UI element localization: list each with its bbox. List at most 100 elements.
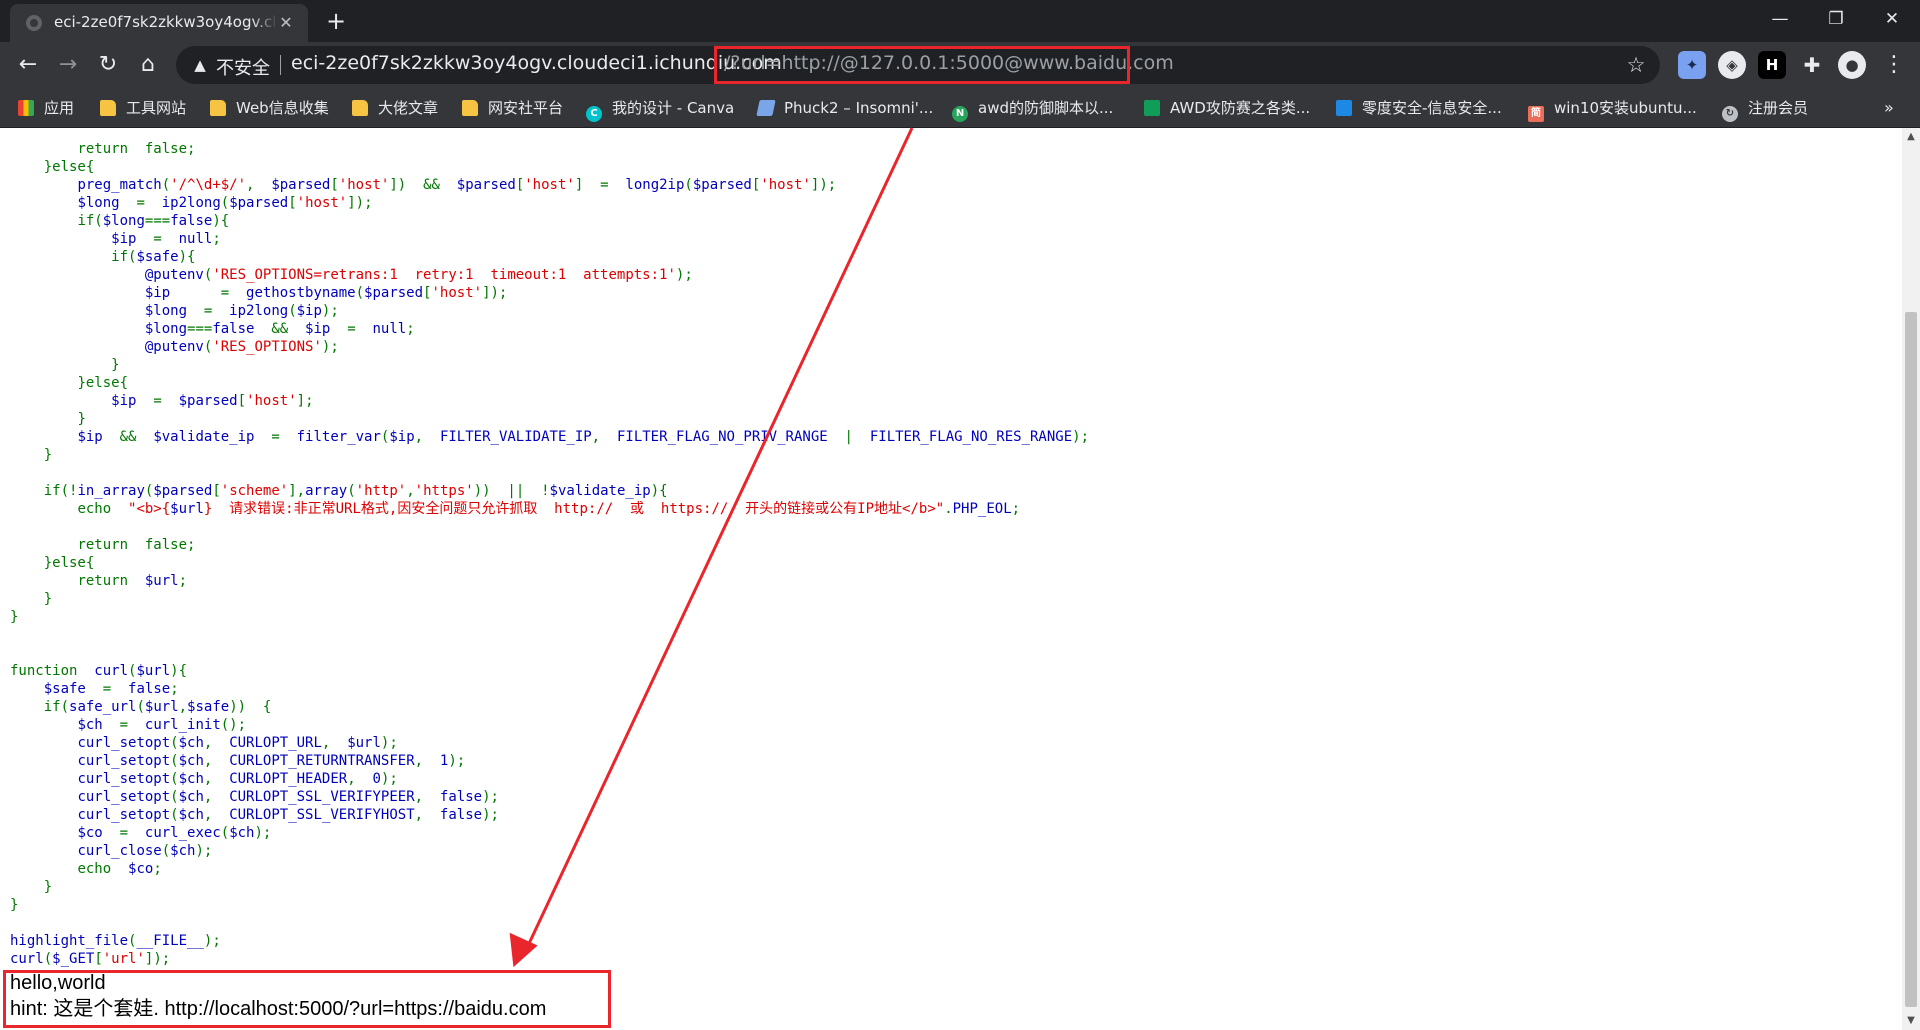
extension-icon-1[interactable]: ✦ bbox=[1678, 51, 1706, 79]
code-token: ]) && bbox=[389, 177, 457, 193]
scroll-up-arrow-icon[interactable]: ▲ bbox=[1902, 128, 1920, 146]
code-token: return false bbox=[77, 537, 188, 553]
code-token: $validate_ip bbox=[549, 483, 651, 499]
code-token: . bbox=[944, 501, 953, 517]
warning-icon[interactable]: ▲ bbox=[190, 55, 210, 75]
code-token: if( bbox=[43, 699, 70, 715]
code-token: ); bbox=[254, 825, 272, 841]
code-token: ]); bbox=[347, 195, 373, 211]
bookmark-item[interactable]: 应用 bbox=[18, 95, 74, 121]
code-token: "<b>{ bbox=[128, 501, 171, 517]
code-line: }else{ bbox=[10, 374, 1089, 392]
phuck-icon bbox=[756, 100, 776, 116]
new-tab-button[interactable]: + bbox=[322, 8, 350, 36]
code-token: $parsed bbox=[229, 195, 289, 211]
code-token: ); bbox=[203, 933, 221, 949]
code-token: ){ bbox=[178, 249, 196, 265]
home-button[interactable]: ⌂ bbox=[132, 49, 164, 81]
code-token: ; bbox=[406, 321, 415, 337]
code-token: = bbox=[203, 303, 230, 319]
code-line: highlight_file(__FILE__); bbox=[10, 932, 1089, 950]
scrollbar-thumb[interactable] bbox=[1905, 312, 1917, 1007]
extension-icon-3[interactable]: H bbox=[1758, 51, 1786, 79]
bookmark-item[interactable]: 网安社平台 bbox=[462, 95, 563, 121]
bookmark-item[interactable]: 大佬文章 bbox=[352, 95, 438, 121]
code-token: $safe bbox=[136, 249, 179, 265]
code-token: $long bbox=[102, 213, 145, 229]
jianshu-icon: 简 bbox=[1528, 106, 1544, 122]
code-token: $parsed bbox=[271, 177, 331, 193]
code-token: false bbox=[439, 807, 483, 823]
code-token: 'host' bbox=[246, 393, 297, 409]
bookmark-item[interactable]: Web信息收集 bbox=[210, 95, 329, 121]
bookmark-item[interactable]: C 我的设计 - Canva bbox=[586, 95, 734, 122]
code-line: curl_setopt($ch, CURLOPT_HEADER, 0); bbox=[10, 770, 1089, 788]
bookmark-item[interactable]: 工具网站 bbox=[100, 95, 186, 121]
bookmark-item[interactable]: Nawd的防御脚本以... bbox=[952, 95, 1113, 122]
forward-button[interactable]: → bbox=[52, 49, 84, 81]
code-token: 'host' bbox=[431, 285, 483, 301]
puzzle-icon[interactable]: ✚ bbox=[1798, 51, 1826, 79]
url-host[interactable]: eci-2ze0f7sk2zkkw3oy4ogv.cloudeci1.ichun… bbox=[291, 52, 782, 74]
code-line: }else{ bbox=[10, 158, 1089, 176]
code-token: } bbox=[43, 447, 53, 463]
kebab-menu-icon[interactable]: ⋮ bbox=[1880, 51, 1908, 79]
code-token: , bbox=[203, 771, 230, 787]
code-token: ; bbox=[178, 573, 188, 589]
green-bar-icon bbox=[1144, 100, 1160, 116]
bookmark-label: 大佬文章 bbox=[378, 99, 439, 117]
bookmarks-overflow-icon[interactable]: » bbox=[1884, 95, 1894, 121]
profile-avatar-icon[interactable]: ● bbox=[1838, 51, 1866, 79]
code-token: $validate_ip bbox=[153, 429, 272, 445]
code-token: ); bbox=[321, 303, 339, 319]
code-token: curl_setopt bbox=[77, 753, 171, 769]
code-token: $parsed bbox=[178, 393, 238, 409]
code-token: } bbox=[10, 897, 19, 913]
code-token: $ip bbox=[77, 429, 120, 445]
window-maximize-button[interactable]: ❐ bbox=[1808, 0, 1864, 38]
reload-button[interactable]: ↻ bbox=[92, 49, 124, 81]
back-button[interactable]: ← bbox=[12, 49, 44, 81]
code-token: array bbox=[305, 483, 348, 499]
bookmark-item[interactable]: Phuck2 – Insomni'... bbox=[756, 95, 933, 121]
tab-title: eci-2ze0f7sk2zkkw3oy4ogv.cloudeci1.ichun… bbox=[54, 13, 278, 31]
bookmark-star-icon[interactable]: ☆ bbox=[1624, 53, 1648, 77]
bookmark-item[interactable]: AWD攻防赛之各类... bbox=[1144, 95, 1310, 121]
code-line: $co = curl_exec($ch); bbox=[10, 824, 1089, 842]
code-line: @putenv('RES_OPTIONS'); bbox=[10, 338, 1089, 356]
code-token: in_array bbox=[77, 483, 145, 499]
tab-close-icon[interactable]: ✕ bbox=[276, 13, 296, 33]
bookmark-item[interactable]: 简 win10安装ubuntu... bbox=[1528, 95, 1697, 122]
code-line: $long = ip2long($parsed['host']); bbox=[10, 194, 1089, 212]
code-line: } bbox=[10, 446, 1089, 464]
code-token: false bbox=[212, 321, 272, 337]
folder-icon bbox=[462, 100, 478, 116]
browser-tab[interactable]: eci-2ze0f7sk2zkkw3oy4ogv.cloudeci1.ichun… bbox=[10, 4, 308, 42]
bookmark-item[interactable]: ↻ 注册会员 bbox=[1722, 95, 1808, 122]
window-minimize-button[interactable]: — bbox=[1752, 0, 1808, 38]
scroll-down-arrow-icon[interactable]: ▼ bbox=[1902, 1012, 1920, 1030]
window-close-button[interactable]: ✕ bbox=[1864, 0, 1920, 38]
extension-icon-2[interactable]: ◈ bbox=[1718, 51, 1746, 79]
vertical-scrollbar[interactable]: ▲ ▼ bbox=[1902, 128, 1920, 1030]
code-token: } bbox=[10, 609, 19, 625]
code-line: return false; bbox=[10, 140, 1089, 158]
code-token: 'host' bbox=[296, 195, 348, 211]
code-token: CURLOPT_RETURNTRANSFER bbox=[229, 753, 415, 769]
code-token: ip2long bbox=[161, 195, 221, 211]
bookmarks-bar: 应用 工具网站 Web信息收集 大佬文章 网安社平台 C 我的设计 - Canva… bbox=[0, 88, 1920, 128]
insecure-label[interactable]: 不安全 bbox=[216, 54, 270, 80]
code-line: echo $co; bbox=[10, 860, 1089, 878]
bookmark-item[interactable]: 零度安全-信息安全... bbox=[1336, 95, 1502, 121]
